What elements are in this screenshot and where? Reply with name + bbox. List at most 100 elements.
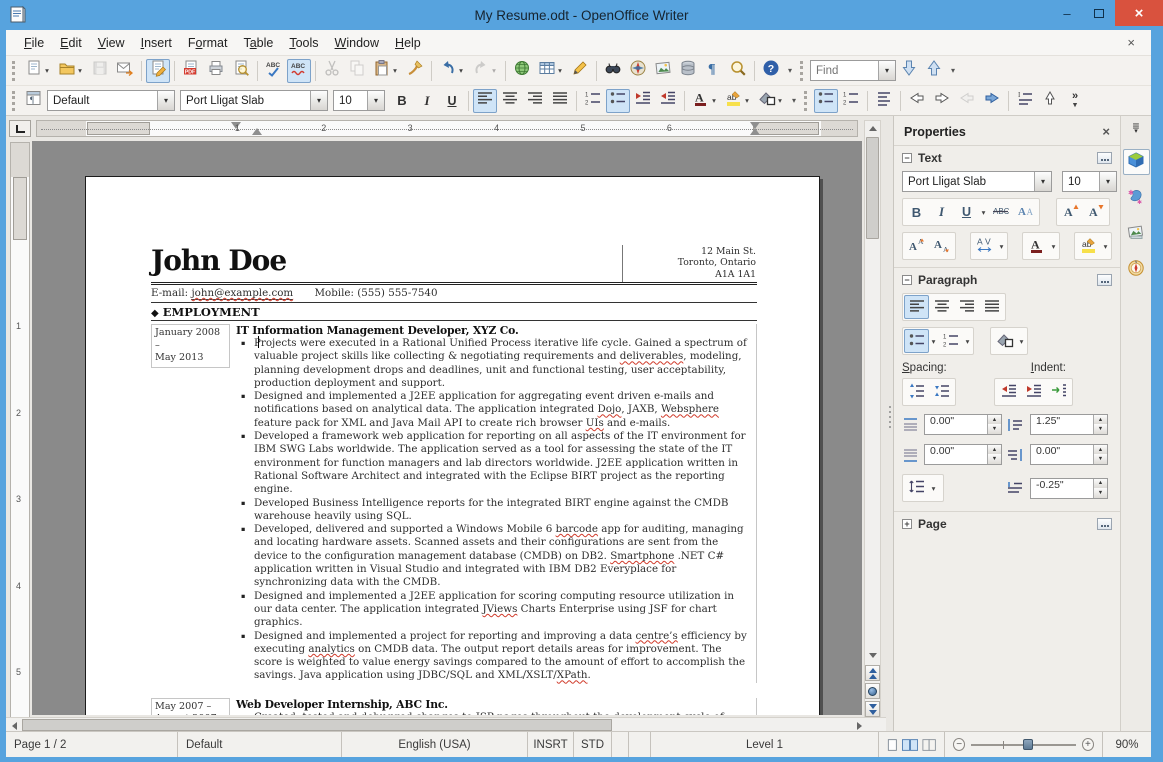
dropdown-arrow-icon[interactable]: ▾ (743, 96, 752, 105)
dropdown-arrow-icon[interactable]: ▾ (1017, 337, 1026, 346)
toolbar-grip[interactable] (12, 61, 18, 81)
cut-button[interactable] (320, 59, 344, 83)
document-modified-status[interactable] (612, 732, 629, 757)
spin-down-icon[interactable]: ▼ (1093, 424, 1107, 434)
spellcheck-button[interactable]: ABC (262, 59, 286, 83)
promote-subpoints-button[interactable] (955, 89, 979, 113)
above-paragraph-spacing-field[interactable]: 0.00" ▲▼ (924, 414, 1002, 435)
promote-button[interactable] (905, 89, 929, 113)
undo-button[interactable]: ▾ (436, 59, 468, 83)
document-page[interactable]: John Doe 12 Main St.Toronto, OntarioA1A … (85, 176, 820, 715)
align-center-button[interactable] (929, 295, 954, 319)
maximize-button[interactable] (1083, 0, 1115, 26)
multi-page-view-button[interactable] (902, 738, 918, 752)
edit-file-button[interactable] (146, 59, 170, 83)
decrease-font-size-button[interactable]: A (1083, 200, 1108, 224)
signature-status[interactable] (629, 732, 651, 757)
sidebar-tab-gallery[interactable] (1123, 221, 1150, 247)
dropdown-arrow-icon[interactable]: ▾ (490, 66, 499, 75)
superscript-button[interactable]: AA (904, 234, 929, 258)
text-dialog-launcher[interactable] (1097, 152, 1112, 164)
more-bullets-button[interactable]: »▾ (1063, 89, 1087, 113)
underline-button[interactable]: U (954, 200, 979, 224)
vertical-ruler[interactable]: 12345 (10, 142, 30, 730)
font-color-button[interactable]: A▾ (689, 89, 721, 113)
bold-button[interactable]: B (390, 89, 414, 113)
dropdown-arrow-icon[interactable]: ▾ (457, 66, 466, 75)
close-button[interactable]: × (1115, 0, 1163, 26)
menu-insert[interactable]: Insert (133, 33, 180, 53)
find-combo[interactable]: ▾ (810, 60, 896, 81)
resume-bullet[interactable]: ▪Developed, delivered and supported a Wi… (236, 523, 750, 589)
spin-down-icon[interactable]: ▼ (1093, 488, 1107, 498)
menu-tools[interactable]: Tools (281, 33, 326, 53)
previous-page-button[interactable] (865, 665, 880, 681)
find-replace-button[interactable] (601, 59, 625, 83)
menu-edit[interactable]: Edit (52, 33, 90, 53)
sidebar-font-size-combo[interactable]: 10 ▾ (1062, 171, 1117, 192)
help-button[interactable]: ? (759, 59, 783, 83)
sidebar-tab-navigator[interactable]: N (1123, 257, 1150, 283)
insert-mode-status[interactable]: INSRT (528, 732, 574, 757)
menu-file[interactable]: File (16, 33, 52, 53)
align-right-button[interactable] (523, 89, 547, 113)
resume-bullet[interactable]: ▪Developed a framework web application f… (236, 430, 750, 496)
align-left-button[interactable] (473, 89, 497, 113)
single-page-view-button[interactable] (887, 738, 898, 752)
navigator-button[interactable] (626, 59, 650, 83)
dropdown-arrow-icon[interactable]: ▾ (76, 66, 85, 75)
highlighting-button[interactable]: ab (1076, 234, 1101, 258)
demote-subpoints-button[interactable] (980, 89, 1004, 113)
sidebar-menu-button[interactable]: ≡▾ (1132, 123, 1139, 135)
align-right-button[interactable] (954, 295, 979, 319)
horizontal-scrollbar-thumb[interactable] (22, 719, 612, 731)
job-title[interactable]: IT Information Management Developer, XYZ… (236, 324, 750, 337)
dropdown-arrow-icon[interactable]: ▾ (391, 66, 400, 75)
page-style-status[interactable]: Default (178, 732, 342, 757)
dropdown-arrow-icon[interactable]: ▾ (963, 337, 972, 346)
left-indent-marker[interactable] (252, 128, 262, 135)
chevron-down-icon[interactable]: ▾ (367, 91, 384, 110)
subscript-button[interactable]: AA (929, 234, 954, 258)
bullets-button[interactable] (814, 89, 838, 113)
paste-button[interactable]: ▾ (370, 59, 402, 83)
collapse-icon[interactable]: − (902, 153, 912, 163)
background-color-button[interactable] (992, 329, 1017, 353)
zoom-button[interactable] (726, 59, 750, 83)
insert-unnumbered-entry-button[interactable]: I (1013, 89, 1037, 113)
draw-functions-button[interactable] (568, 59, 592, 83)
menu-view[interactable]: View (90, 33, 133, 53)
underline-button[interactable]: U (440, 89, 464, 113)
dropdown-arrow-icon[interactable]: ▾ (1049, 242, 1058, 251)
demote-button[interactable] (930, 89, 954, 113)
resume-address[interactable]: 12 Main St.Toronto, OntarioA1A 1A1 (622, 245, 757, 282)
find-previous-button[interactable] (922, 59, 946, 83)
print-button[interactable] (204, 59, 228, 83)
find-next-button[interactable] (897, 59, 921, 83)
table-button[interactable]: ▾ (535, 59, 567, 83)
sidebar-tab-properties[interactable] (1123, 149, 1150, 175)
sidebar-tab-styles[interactable]: ✱✱ (1123, 185, 1150, 211)
align-left-button[interactable] (904, 295, 929, 319)
chevron-down-icon[interactable]: ▾ (310, 91, 327, 110)
zoom-percent-status[interactable]: 90% (1103, 732, 1151, 757)
bullets-button[interactable] (904, 329, 929, 353)
clone-formatting-button[interactable] (403, 59, 427, 83)
job-dates[interactable]: May 2007 –August 2007 (151, 698, 230, 715)
scroll-down-button[interactable] (865, 648, 880, 663)
new-document-button[interactable]: ▾ (22, 59, 54, 83)
first-line-indent-field[interactable]: -0.25" ▲▼ (1030, 478, 1108, 499)
italic-button[interactable]: I (929, 200, 954, 224)
gallery-button[interactable] (651, 59, 675, 83)
decrease-indent-button[interactable] (631, 89, 655, 113)
dropdown-arrow-icon[interactable]: ▾ (997, 242, 1006, 251)
paragraph-dialog-launcher[interactable] (1097, 274, 1112, 286)
dropdown-arrow-icon[interactable]: ▾ (979, 208, 988, 217)
resume-contact-line[interactable]: E-mail: john@example.com Mobile: (555) 5… (151, 285, 757, 303)
toolbar-overflow-button[interactable]: ▾ (784, 59, 796, 83)
font-name-combo[interactable]: Port Lligat Slab ▾ (180, 90, 328, 111)
spin-down-icon[interactable]: ▼ (987, 424, 1001, 434)
move-up-button[interactable] (1038, 89, 1062, 113)
save-button[interactable] (88, 59, 112, 83)
job-dates[interactable]: January 2008 –May 2013 (151, 324, 230, 368)
